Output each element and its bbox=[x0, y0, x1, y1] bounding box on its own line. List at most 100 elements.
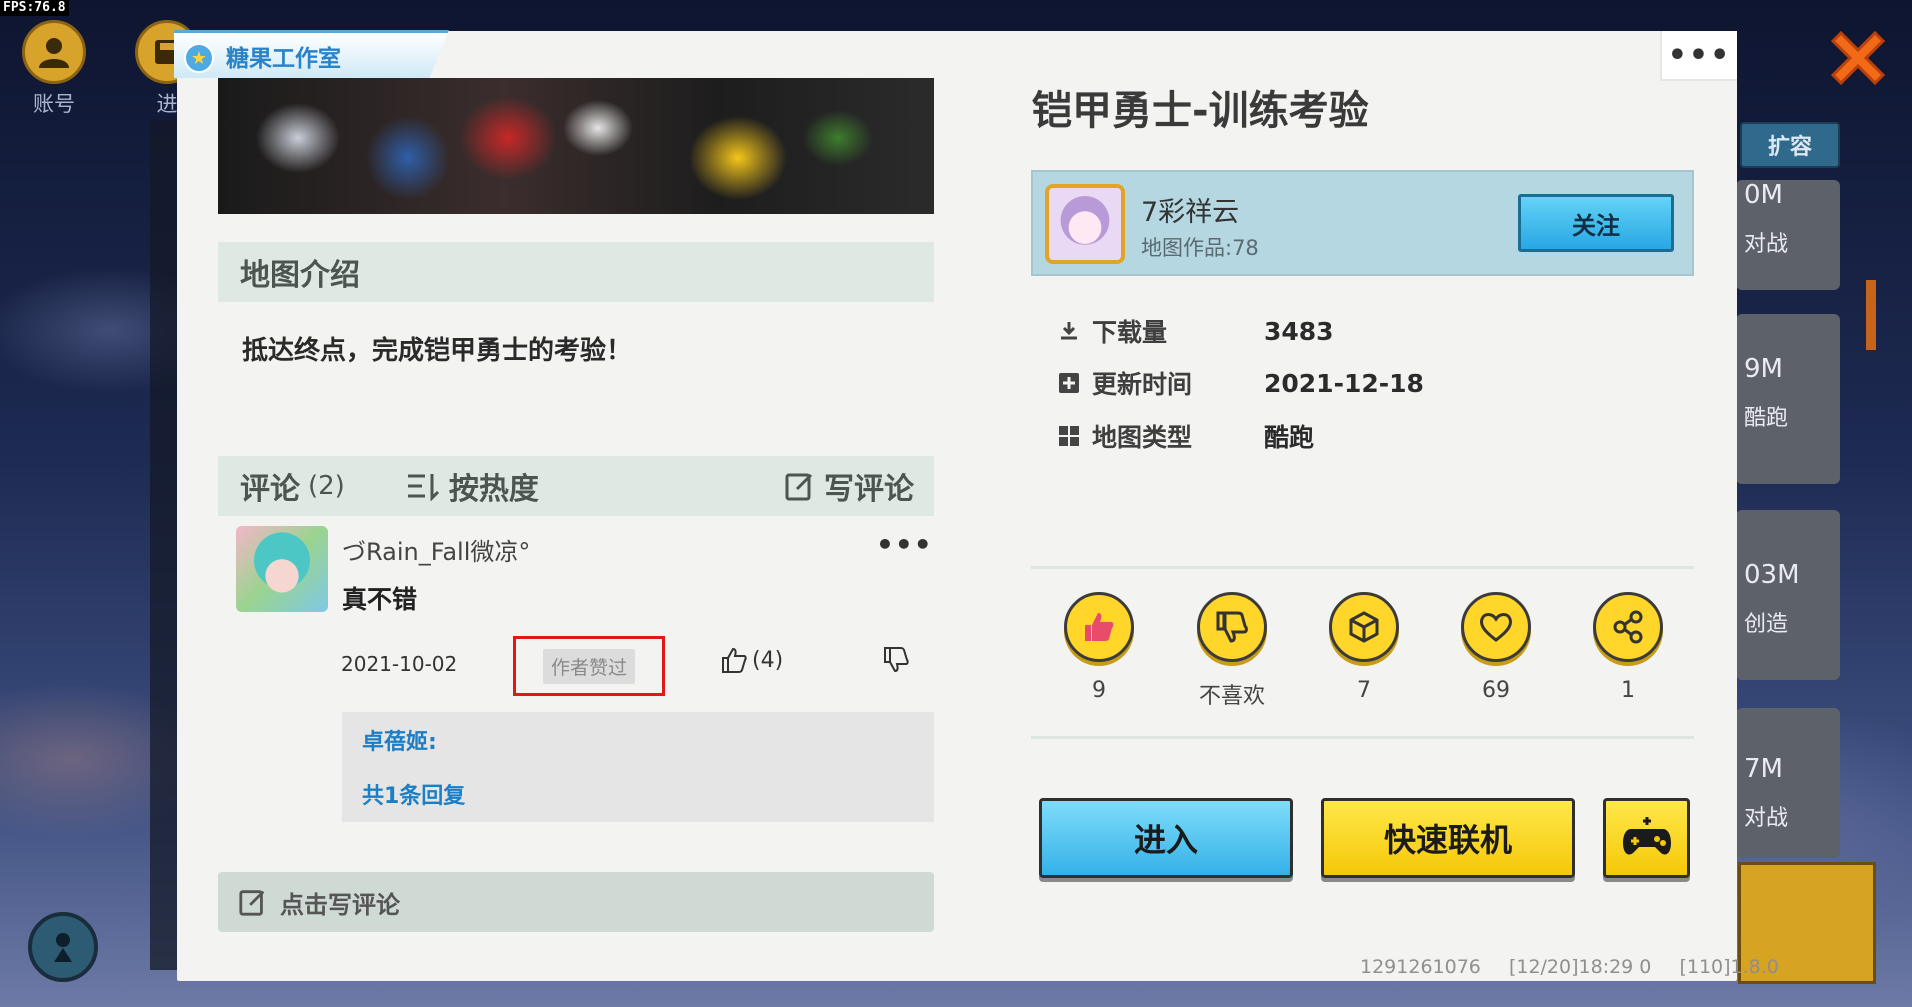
divider bbox=[1031, 736, 1694, 739]
enter-button[interactable]: 进入 bbox=[1039, 798, 1293, 878]
background-card-type: 对战 bbox=[1744, 232, 1789, 257]
comments-title-label: 评论 bbox=[240, 472, 300, 507]
follow-button[interactable]: 关注 bbox=[1518, 194, 1674, 252]
intro-text: 抵达终点，完成铠甲勇士的考验！ bbox=[242, 336, 633, 366]
info-row-downloads: 下载量 3483 bbox=[1058, 313, 1334, 349]
build-time: [12/20]18:29 0 bbox=[1508, 956, 1652, 978]
background-scrollbar bbox=[1866, 280, 1876, 350]
author-name[interactable]: 7彩祥云 bbox=[1141, 190, 1239, 229]
help-button[interactable] bbox=[28, 912, 98, 982]
studio-name: 糖果工作室 bbox=[226, 45, 341, 72]
cube-icon bbox=[1329, 592, 1399, 662]
favorite-button[interactable]: 69 bbox=[1441, 592, 1551, 703]
background-card-size: 7M bbox=[1744, 754, 1783, 784]
comments-header: 评论 (2) 按热度 写评论 bbox=[218, 456, 934, 516]
author-avatar[interactable] bbox=[1045, 184, 1125, 264]
comment-text: 真不错 bbox=[342, 585, 418, 614]
write-comment-bar[interactable]: 点击写评论 bbox=[218, 872, 934, 932]
background-card-size: 9M bbox=[1744, 354, 1783, 384]
background-card[interactable]: 03M 创造 bbox=[1736, 510, 1840, 680]
like-button[interactable]: 9 bbox=[1044, 592, 1154, 703]
comments-title: 评论 (2) bbox=[240, 464, 345, 508]
plus-box-icon bbox=[1058, 372, 1080, 394]
user-icon bbox=[22, 20, 86, 84]
map-title: 铠甲勇士-训练考验 bbox=[1032, 88, 1369, 134]
share-button[interactable]: 1 bbox=[1573, 592, 1683, 703]
build-version: [110]1.8.0 bbox=[1679, 956, 1779, 978]
build-id: 1291261076 bbox=[1360, 956, 1481, 978]
comment-date: 2021-10-02 bbox=[341, 652, 458, 676]
sort-icon bbox=[407, 474, 439, 501]
create-room-button[interactable] bbox=[1603, 798, 1690, 878]
type-value: 酷跑 bbox=[1264, 423, 1315, 452]
author-works-count: 地图作品:78 bbox=[1141, 236, 1259, 260]
star-icon: ★ bbox=[184, 43, 214, 73]
write-comment-bar-label: 点击写评论 bbox=[280, 890, 400, 919]
expand-button[interactable]: 扩容 bbox=[1740, 122, 1840, 168]
fps-counter: FPS:76.8 bbox=[0, 0, 69, 16]
reply-box[interactable]: 卓蓓姬: 共1条回复 bbox=[342, 712, 934, 822]
collect-button[interactable]: 7 bbox=[1309, 592, 1419, 703]
write-comment-button[interactable]: 写评论 bbox=[784, 464, 914, 508]
quick-play-button[interactable]: 快速联机 bbox=[1321, 798, 1575, 878]
comment-avatar[interactable] bbox=[236, 526, 328, 612]
gamepad-icon bbox=[1622, 817, 1671, 855]
background-panel bbox=[150, 120, 180, 970]
share-count: 1 bbox=[1621, 678, 1635, 703]
background-card-size: 0M bbox=[1744, 180, 1783, 210]
figure-icon bbox=[54, 933, 72, 962]
background-card-type: 酷跑 bbox=[1744, 406, 1789, 431]
comments-count: (2) bbox=[308, 471, 345, 501]
account-label: 账号 bbox=[33, 92, 75, 116]
account-button[interactable]: 账号 bbox=[22, 20, 86, 118]
grid-icon bbox=[1058, 425, 1080, 447]
background-card-size: 03M bbox=[1744, 560, 1800, 590]
like-count: 9 bbox=[1092, 678, 1106, 703]
dialog-menu-button[interactable]: ••• bbox=[1660, 31, 1737, 81]
reply-author: 卓蓓姬: bbox=[362, 730, 437, 755]
sort-label: 按热度 bbox=[448, 472, 539, 507]
thumbs-up-icon bbox=[722, 647, 747, 673]
updated-label: 更新时间 bbox=[1092, 370, 1193, 399]
studio-tab[interactable]: ★ 糖果工作室 bbox=[174, 30, 449, 78]
info-row-type: 地图类型 酷跑 bbox=[1058, 418, 1314, 454]
type-label: 地图类型 bbox=[1092, 423, 1193, 452]
thumbs-down-icon bbox=[1197, 592, 1267, 662]
author-liked-highlight: 作者赞过 bbox=[513, 636, 665, 696]
comment-like-count: (4) bbox=[752, 647, 784, 673]
dislike-label: 不喜欢 bbox=[1198, 684, 1265, 709]
background-card[interactable]: 0M 对战 bbox=[1736, 180, 1840, 290]
edit-icon bbox=[239, 890, 265, 916]
favorite-count: 69 bbox=[1482, 678, 1510, 703]
write-comment-label: 写评论 bbox=[824, 472, 914, 507]
dislike-button[interactable]: 不喜欢 bbox=[1177, 592, 1287, 710]
edit-icon bbox=[785, 473, 813, 501]
background-card[interactable]: 7M 对战 bbox=[1736, 708, 1840, 858]
close-icon bbox=[1830, 30, 1886, 86]
collect-count: 7 bbox=[1357, 678, 1371, 703]
info-row-updated: 更新时间 2021-12-18 bbox=[1058, 365, 1424, 401]
comment-like-button[interactable]: (4) bbox=[720, 646, 783, 674]
intro-header: 地图介绍 bbox=[218, 242, 934, 302]
progress-label: 进 bbox=[156, 92, 178, 116]
downloads-value: 3483 bbox=[1264, 316, 1334, 346]
updated-value: 2021-12-18 bbox=[1264, 368, 1424, 398]
downloads-label: 下载量 bbox=[1092, 318, 1168, 347]
heart-icon bbox=[1461, 592, 1531, 662]
close-button[interactable] bbox=[1820, 20, 1896, 96]
background-card-type: 创造 bbox=[1744, 612, 1789, 637]
share-icon bbox=[1593, 592, 1663, 662]
sort-button[interactable]: 按热度 bbox=[405, 464, 539, 508]
comment-dislike-button[interactable] bbox=[882, 646, 910, 678]
author-card: 7彩祥云 地图作品:78 关注 bbox=[1031, 170, 1694, 276]
comment-username[interactable]: づRain_Fall微凉° bbox=[342, 532, 530, 567]
thumbs-up-icon bbox=[1064, 592, 1134, 662]
author-liked-tag: 作者赞过 bbox=[542, 648, 635, 684]
reply-count-link[interactable]: 共1条回复 bbox=[362, 778, 465, 810]
background-card-type: 对战 bbox=[1744, 806, 1789, 831]
background-card[interactable]: 9M 酷跑 bbox=[1736, 314, 1840, 484]
build-info: 1291261076 [12/20]18:29 0 [110]1.8.0 bbox=[1360, 956, 1801, 978]
comment-more-button[interactable]: ••• bbox=[876, 528, 933, 561]
map-banner-image bbox=[218, 78, 934, 214]
thumbs-down-icon bbox=[884, 647, 909, 673]
